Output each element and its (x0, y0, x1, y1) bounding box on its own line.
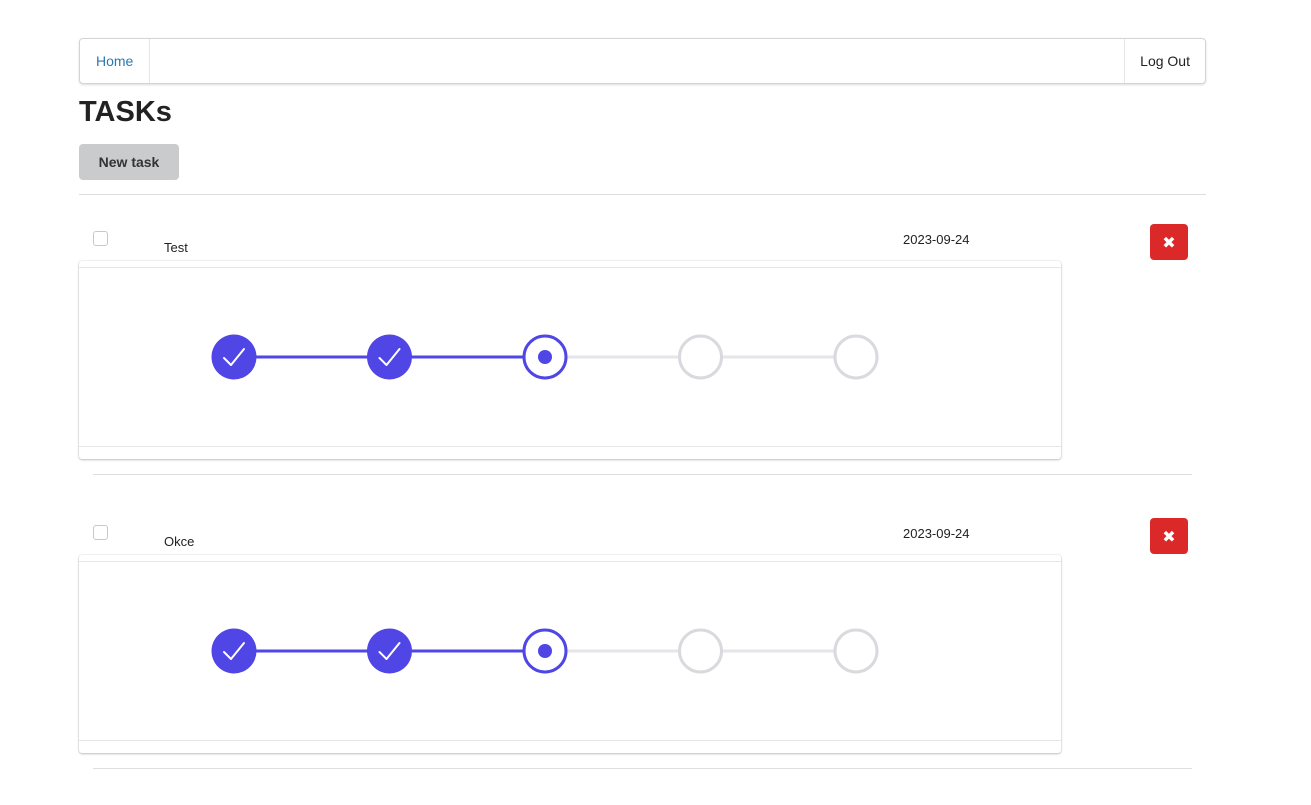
step-current (522, 628, 568, 674)
task-date: 2023-09-24 (903, 232, 970, 247)
step-pending (678, 628, 723, 674)
top-navbar: Home Log Out (79, 38, 1206, 84)
step-pending (833, 628, 879, 674)
task-divider (93, 474, 1192, 475)
task-checkbox[interactable] (93, 525, 108, 540)
step-completed (367, 628, 412, 674)
step-completed (211, 334, 257, 380)
step-completed (367, 334, 412, 380)
delete-task-button[interactable]: ✖ (1150, 518, 1188, 554)
delete-task-button[interactable]: ✖ (1150, 224, 1188, 260)
task-name: Okce (164, 534, 195, 549)
close-icon: ✖ (1162, 232, 1176, 252)
progress-card (79, 555, 1061, 753)
task-checkbox[interactable] (93, 231, 108, 246)
progress-card (79, 261, 1061, 459)
task-item: Okce 2023-09-24 ✖ (0, 518, 1311, 805)
page-title: TASKs (79, 96, 172, 128)
nav-home-link[interactable]: Home (80, 39, 151, 83)
task-date: 2023-09-24 (903, 526, 970, 541)
step-current (522, 334, 568, 380)
task-divider (93, 768, 1192, 769)
close-icon: ✖ (1162, 526, 1176, 546)
progress-stepper (211, 334, 879, 380)
logout-link[interactable]: Log Out (1124, 39, 1205, 83)
current-dot (538, 350, 552, 364)
progress-stepper (211, 628, 879, 674)
step-pending (678, 334, 723, 380)
task-name: Test (164, 240, 188, 255)
card-divider (79, 446, 1061, 447)
new-task-button[interactable]: New task (79, 144, 179, 180)
task-item: Test 2023-09-24 ✖ (0, 224, 1311, 511)
current-dot (538, 644, 552, 658)
step-completed (211, 628, 257, 674)
header-divider (79, 194, 1206, 195)
card-divider (79, 740, 1061, 741)
step-pending (833, 334, 879, 380)
